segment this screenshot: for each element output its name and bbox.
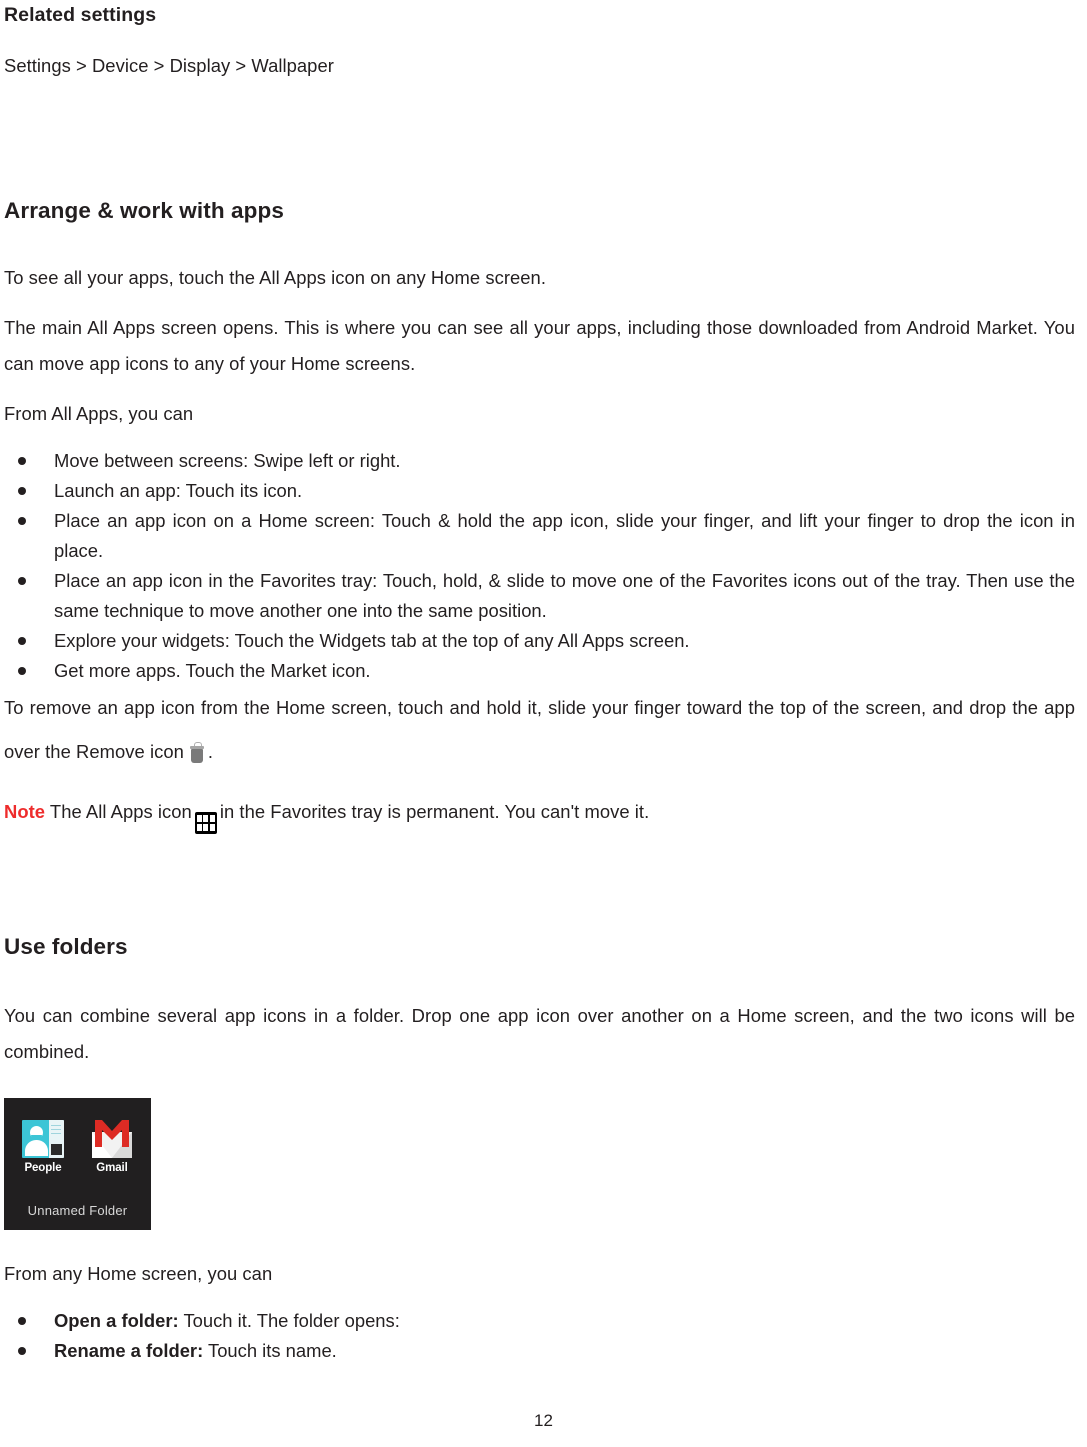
- use-folders-bullet-list: Open a folder: Touch it. The folder open…: [4, 1306, 1075, 1366]
- list-item: Place an app icon in the Favorites tray:…: [4, 566, 1075, 626]
- list-item: Place an app icon on a Home screen: Touc…: [4, 506, 1075, 566]
- list-item-text: Place an app icon in the Favorites tray:…: [54, 570, 1075, 621]
- folder-name-label: Unnamed Folder: [27, 1202, 128, 1218]
- remove-paragraph-text: To remove an app icon from the Home scre…: [4, 697, 1075, 762]
- grid-cell: [209, 823, 215, 831]
- from-any-home-screen-lead-in: From any Home screen, you can: [4, 1262, 273, 1284]
- grid-cell: [203, 814, 209, 822]
- list-item-text: Get more apps. Touch the Market icon.: [54, 660, 371, 681]
- related-settings-heading: Related settings: [4, 4, 157, 26]
- remove-paragraph-suffix: .: [207, 741, 214, 762]
- bullet-dot-icon: [18, 1316, 26, 1325]
- arrange-apps-paragraph-2: The main All Apps screen opens. This is …: [4, 317, 1075, 374]
- grid-cell: [203, 823, 209, 831]
- bullet-dot-icon: [18, 517, 26, 525]
- bullet-dot-icon: [18, 457, 26, 465]
- from-all-apps-lead-in: From All Apps, you can: [4, 403, 194, 424]
- list-item-text: Touch its name.: [203, 1339, 337, 1361]
- app-tile-gmail: Gmail: [83, 1119, 141, 1174]
- person-mouth: [31, 1134, 42, 1140]
- grid-cell: [196, 823, 202, 831]
- document-page: Related settings Settings > Device > Dis…: [0, 0, 1087, 1447]
- folder-app-row: People Gmail: [4, 1098, 151, 1174]
- card-line: [51, 1124, 61, 1127]
- note-paragraph: Note The All Apps icon in the Favorites t…: [4, 796, 1075, 834]
- card-thumb: [51, 1143, 62, 1155]
- arrange-apps-intro: To see all your apps, touch the All Apps…: [4, 267, 546, 288]
- bullet-dot-icon: [18, 667, 26, 675]
- note-label: Note: [4, 801, 46, 822]
- arrange-apps-bullet-list: Move between screens: Swipe left or righ…: [4, 446, 1075, 686]
- all-apps-grid-icon: [194, 811, 217, 834]
- list-item: Move between screens: Swipe left or righ…: [4, 446, 1075, 476]
- people-card: [49, 1119, 64, 1158]
- bullet-dot-icon: [18, 487, 26, 495]
- list-item: Explore your widgets: Touch the Widgets …: [4, 626, 1075, 656]
- bullet-dot-icon: [18, 1346, 26, 1355]
- list-item-bold: Open a folder:: [54, 1309, 179, 1331]
- app-label: Gmail: [96, 1161, 128, 1174]
- folder-screenshot: People Gmail Unnamed Folder: [4, 1097, 151, 1230]
- note-text-before: The All Apps icon: [49, 801, 192, 822]
- list-item-text: Move between screens: Swipe left or righ…: [54, 450, 401, 471]
- people-icon: [22, 1119, 64, 1158]
- use-folders-paragraph: You can combine several app icons in a f…: [4, 1004, 1075, 1062]
- bullet-dot-icon: [18, 577, 26, 585]
- grid-cell: [196, 814, 202, 822]
- gmail-icon: [91, 1119, 133, 1158]
- related-settings-path: Settings > Device > Display > Wallpaper: [4, 55, 334, 76]
- remove-app-icon-paragraph: To remove an app icon from the Home scre…: [4, 686, 1075, 774]
- list-item: Rename a folder: Touch its name.: [4, 1336, 1075, 1366]
- gmail-m-letter: [95, 1119, 129, 1147]
- list-item-text: Launch an app: Touch its icon.: [54, 480, 303, 501]
- bullet-dot-icon: [18, 637, 26, 645]
- list-item-text: Explore your widgets: Touch the Widgets …: [54, 630, 690, 651]
- trash-body: [190, 749, 203, 763]
- use-folders-heading: Use folders: [4, 933, 128, 959]
- all-apps-grid: [196, 814, 215, 831]
- list-item-text: Place an app icon on a Home screen: Touc…: [54, 510, 1075, 561]
- app-label: People: [24, 1161, 62, 1174]
- card-line: [51, 1128, 61, 1131]
- list-item-text: Touch it. The folder opens:: [178, 1309, 400, 1331]
- app-tile-people: People: [14, 1119, 72, 1174]
- person-torso: [25, 1139, 48, 1156]
- list-item: Open a folder: Touch it. The folder open…: [4, 1306, 1075, 1336]
- list-item-bold: Rename a folder:: [54, 1339, 204, 1361]
- gmail-m-wrap: [95, 1119, 129, 1147]
- arrange-apps-heading: Arrange & work with apps: [4, 198, 284, 223]
- list-item: Get more apps. Touch the Market icon.: [4, 656, 1075, 686]
- grid-cell: [209, 814, 215, 822]
- note-text-after: in the Favorites tray is permanent. You …: [219, 801, 650, 822]
- list-item: Launch an app: Touch its icon.: [4, 476, 1075, 506]
- page-number: 12: [534, 1411, 553, 1430]
- card-line: [51, 1132, 61, 1135]
- trash-icon: [189, 742, 205, 763]
